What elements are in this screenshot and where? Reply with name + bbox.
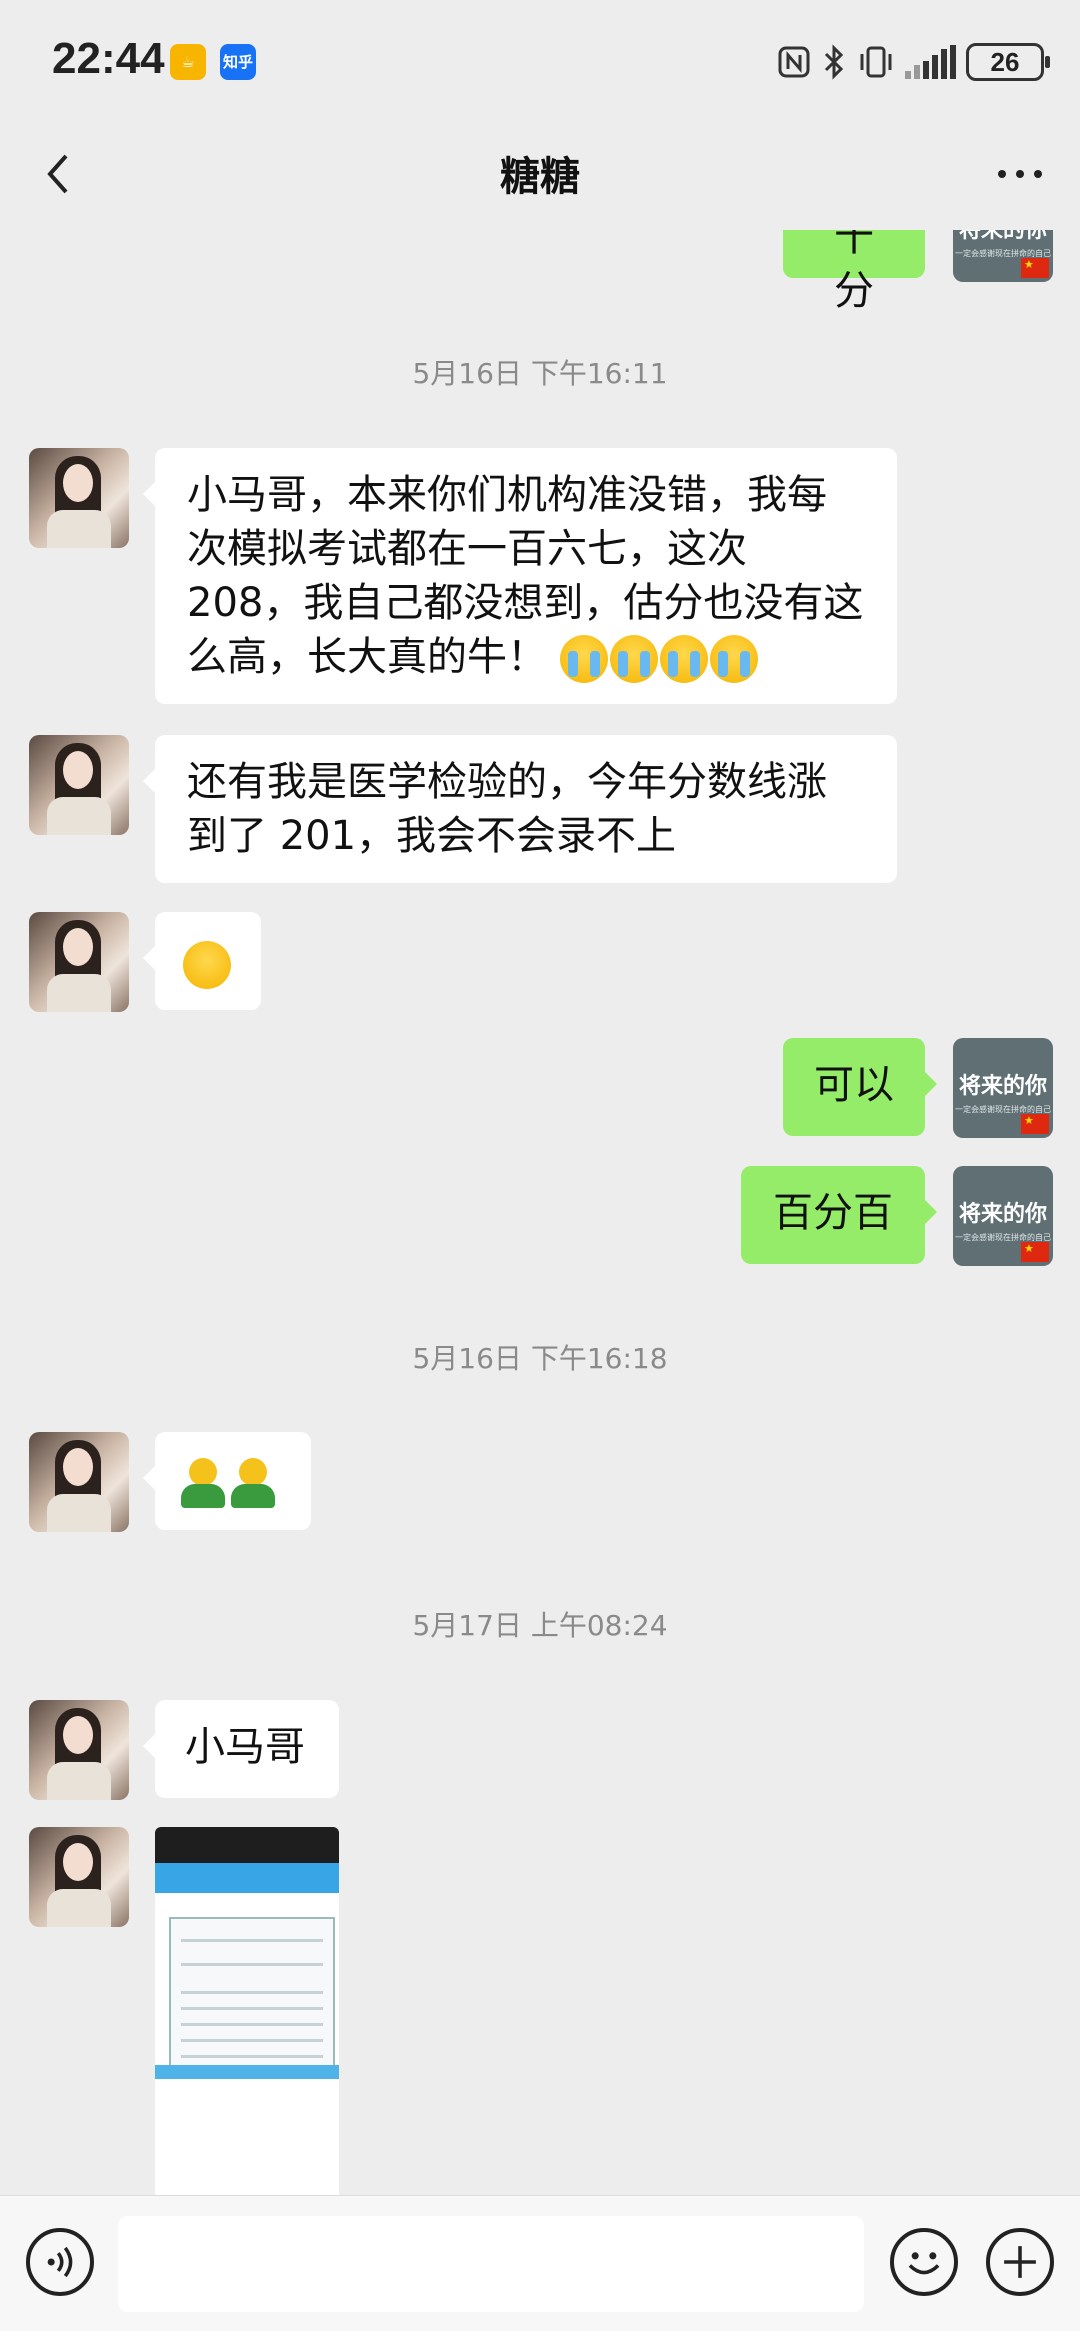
contact-avatar[interactable] xyxy=(29,735,129,835)
image-thumbnail-header xyxy=(155,1827,339,1863)
signal-icon xyxy=(905,45,956,79)
image-thumbnail-content xyxy=(169,1917,335,2077)
voice-icon[interactable] xyxy=(26,2228,94,2296)
message-text: 可以 xyxy=(814,1062,894,1108)
status-icons: 26 xyxy=(777,42,1050,82)
more-dots-icon[interactable] xyxy=(990,144,1050,204)
image-thumbnail-strip xyxy=(155,2065,339,2079)
status-bar: 22:44 ☕ 知乎 26 xyxy=(0,0,1080,120)
avatar-text: 将来的你 xyxy=(958,230,1047,243)
timestamp: 5月16日 下午16:18 xyxy=(412,1342,668,1375)
plus-icon[interactable] xyxy=(986,2228,1054,2296)
bluetooth-icon xyxy=(824,44,844,80)
message-text: 百分百 xyxy=(773,1190,893,1236)
message-bubble-sent[interactable]: 可以 xyxy=(783,1038,937,1136)
image-thumbnail-band xyxy=(155,1863,339,1893)
message-bubble[interactable]: 还有我是医学检验的，今年分数线涨到了 201，我会不会录不上 xyxy=(143,735,897,883)
image-message[interactable] xyxy=(155,1827,339,2195)
message-bubble-partial[interactable]: 十分 xyxy=(783,230,925,314)
notification-app-icon: ☕ xyxy=(170,44,206,80)
chat-header: 糖糖 xyxy=(0,120,1080,230)
contact-avatar[interactable] xyxy=(29,912,129,1012)
contact-avatar[interactable] xyxy=(29,1827,129,1927)
timestamp: 5月16日 下午16:11 xyxy=(412,357,668,390)
two-green-people-emoji-icon xyxy=(181,1458,281,1508)
battery-icon: 26 xyxy=(966,43,1050,81)
chat-messages[interactable]: 十分 将来的你 一定会感谢现在拼命的自己 5月16日 下午16:11 小马哥，本… xyxy=(0,230,1080,2195)
emoji-icon[interactable] xyxy=(890,2228,958,2296)
contact-avatar[interactable] xyxy=(29,448,129,548)
message-text: 小马哥 xyxy=(185,1724,305,1770)
zhihu-icon: 知乎 xyxy=(220,44,256,80)
message-text: 十分 xyxy=(834,230,874,314)
message-input[interactable] xyxy=(118,2216,864,2312)
avatar-text: 将来的你 xyxy=(958,1202,1047,1227)
message-bubble-sent[interactable]: 百分百 xyxy=(741,1166,937,1264)
status-time: 22:44 xyxy=(52,34,165,83)
message-bubble[interactable] xyxy=(143,1432,311,1530)
flag-icon xyxy=(1021,258,1049,278)
avatar-text: 将来的你 xyxy=(958,1074,1047,1099)
flag-icon xyxy=(1021,1242,1049,1262)
message-bubble[interactable]: 小马哥，本来你们机构准没错，我每次模拟考试都在一百六七，这次 208，我自己都没… xyxy=(143,448,897,704)
contact-avatar[interactable] xyxy=(29,1432,129,1532)
timestamp: 5月17日 上午08:24 xyxy=(412,1609,668,1642)
input-bar xyxy=(0,2195,1080,2331)
annoyed-emoji-icon xyxy=(183,941,231,989)
nfc-icon xyxy=(778,46,810,78)
message-bubble[interactable]: 小马哥 xyxy=(143,1700,339,1798)
message-bubble[interactable] xyxy=(143,912,261,1010)
my-avatar[interactable]: 将来的你 一定会感谢现在拼命的自己 xyxy=(953,1038,1053,1138)
chat-title: 糖糖 xyxy=(500,154,580,200)
contact-avatar[interactable] xyxy=(29,1700,129,1800)
flag-icon xyxy=(1021,1114,1049,1134)
crying-emoji-icon xyxy=(559,634,760,683)
my-avatar[interactable]: 将来的你 一定会感谢现在拼命的自己 xyxy=(953,230,1053,282)
message-text: 小马哥，本来你们机构准没错，我每次模拟考试都在一百六七，这次 208，我自己都没… xyxy=(187,472,864,680)
message-text: 还有我是医学检验的，今年分数线涨到了 201，我会不会录不上 xyxy=(187,759,827,859)
my-avatar[interactable]: 将来的你 一定会感谢现在拼命的自己 xyxy=(953,1166,1053,1266)
vibrate-icon xyxy=(860,46,892,78)
